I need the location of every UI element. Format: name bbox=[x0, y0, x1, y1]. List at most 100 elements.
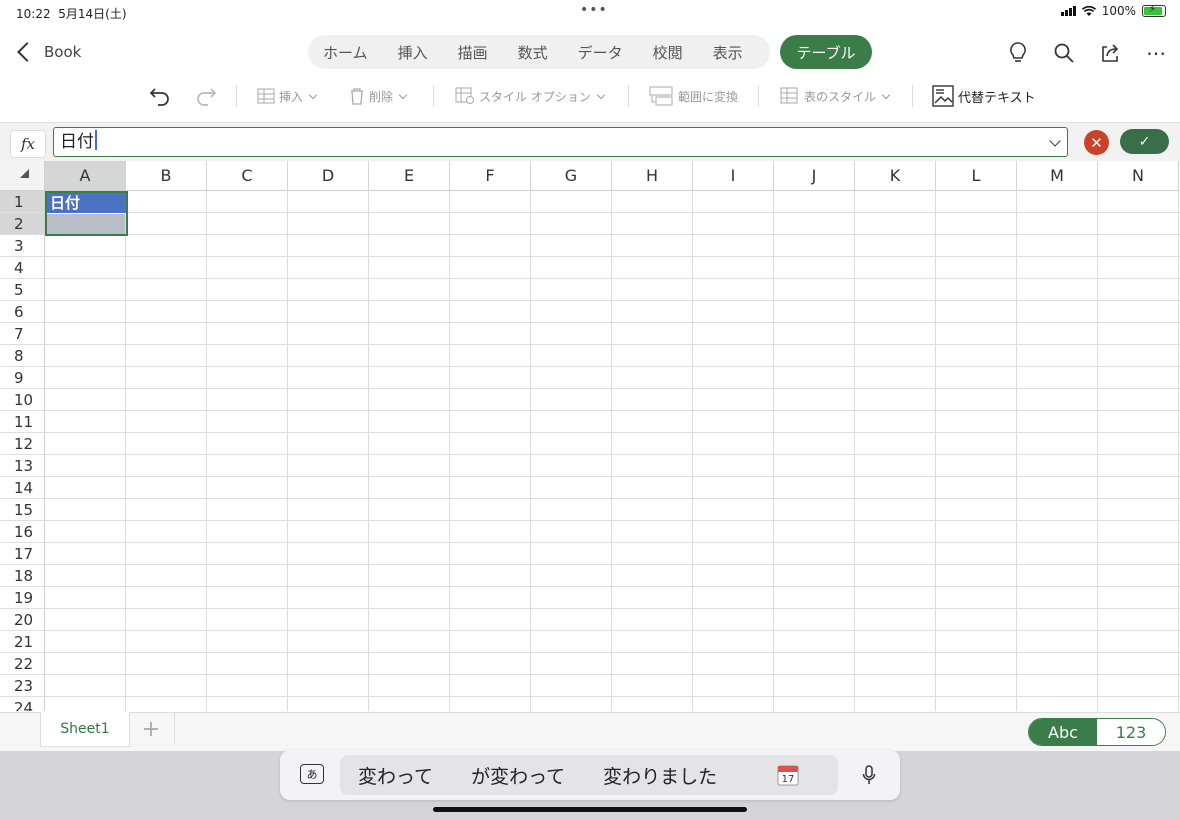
formula-bar: fx 日付 ✕ ✓ bbox=[0, 122, 1180, 162]
tab-review[interactable]: 校閲 bbox=[638, 42, 698, 63]
row-header[interactable]: 18 bbox=[0, 565, 45, 587]
chevron-down-icon[interactable] bbox=[1049, 135, 1061, 147]
row-header[interactable]: 7 bbox=[0, 323, 45, 345]
convert-range-label: 範囲に変換 bbox=[678, 89, 739, 104]
row-header[interactable]: 11 bbox=[0, 411, 45, 433]
row-headers: 1 2 3 4 5 6 7 8 9 10 11 12 13 14 15 16 17 18 19 20 21 22 23 24 bbox=[0, 191, 45, 711]
delete-label: 削除 bbox=[369, 89, 394, 104]
row-header[interactable]: 12 bbox=[0, 433, 45, 455]
column-header[interactable]: N bbox=[1098, 161, 1179, 191]
keyboard-mode-toggle[interactable]: Abc 123 bbox=[1028, 718, 1166, 746]
image-text-icon bbox=[932, 85, 954, 107]
row-header[interactable]: 6 bbox=[0, 301, 45, 323]
undo-icon[interactable] bbox=[148, 84, 172, 108]
sheet-bar: Sheet1 + Abc 123 bbox=[0, 712, 1180, 751]
calendar-day: 17 bbox=[782, 774, 795, 785]
row-header[interactable]: 5 bbox=[0, 279, 45, 301]
row-header[interactable]: 22 bbox=[0, 653, 45, 675]
row-header[interactable]: 23 bbox=[0, 675, 45, 697]
table-styles-button[interactable]: 表のスタイル bbox=[780, 84, 891, 108]
confirm-entry-icon[interactable]: ✓ bbox=[1120, 129, 1169, 154]
cancel-entry-icon[interactable]: ✕ bbox=[1084, 130, 1109, 155]
column-header[interactable]: E bbox=[369, 161, 450, 191]
fx-icon[interactable]: fx bbox=[10, 130, 46, 158]
tab-table[interactable]: テーブル bbox=[780, 35, 872, 69]
row-header[interactable]: 19 bbox=[0, 587, 45, 609]
suggestion-item[interactable]: 変わりました bbox=[603, 762, 717, 789]
tab-formulas[interactable]: 数式 bbox=[503, 42, 563, 63]
column-header[interactable]: M bbox=[1017, 161, 1098, 191]
share-icon[interactable] bbox=[1097, 40, 1123, 66]
row-header[interactable]: 10 bbox=[0, 389, 45, 411]
lightbulb-icon[interactable] bbox=[1005, 40, 1031, 66]
suggestion-list: 変わって が変わって 変わりました 17 bbox=[340, 755, 838, 795]
column-header[interactable]: B bbox=[126, 161, 207, 191]
row-header[interactable]: 14 bbox=[0, 477, 45, 499]
row-header[interactable]: 15 bbox=[0, 499, 45, 521]
row-header[interactable]: 9 bbox=[0, 367, 45, 389]
search-icon[interactable] bbox=[1051, 40, 1077, 66]
abc-mode-button[interactable]: Abc bbox=[1029, 719, 1097, 745]
column-header[interactable]: D bbox=[288, 161, 369, 191]
delete-button[interactable]: 削除 bbox=[349, 84, 408, 108]
add-sheet-button[interactable]: + bbox=[128, 713, 175, 745]
tab-home[interactable]: ホーム bbox=[308, 42, 383, 63]
tab-draw[interactable]: 描画 bbox=[443, 42, 503, 63]
alt-text-button[interactable]: 代替テキスト bbox=[932, 84, 1036, 108]
column-header[interactable]: H bbox=[612, 161, 693, 191]
row-header[interactable]: 3 bbox=[0, 235, 45, 257]
sheet-tab-sheet1[interactable]: Sheet1 bbox=[40, 712, 130, 747]
style-options-button[interactable]: スタイル オプション bbox=[455, 84, 606, 108]
convert-to-range-button[interactable]: 範囲に変換 bbox=[648, 84, 738, 108]
back-button[interactable]: Book bbox=[14, 38, 104, 66]
row-header[interactable]: 8 bbox=[0, 345, 45, 367]
column-header[interactable]: C bbox=[207, 161, 288, 191]
column-header[interactable]: A bbox=[45, 161, 126, 191]
column-header[interactable]: K bbox=[855, 161, 936, 191]
keyboard-area: あ 変わって が変わって 変わりました 17 bbox=[0, 750, 1180, 820]
cell-area[interactable] bbox=[45, 191, 1180, 711]
status-indicators: 100% ⚡ bbox=[1060, 4, 1166, 18]
row-header[interactable]: 21 bbox=[0, 631, 45, 653]
status-time: 10:22 5月14日(土) bbox=[16, 7, 127, 21]
tab-view[interactable]: 表示 bbox=[698, 42, 758, 63]
calendar-icon[interactable]: 17 bbox=[776, 763, 800, 787]
row-header[interactable]: 1 bbox=[0, 191, 45, 213]
suggestion-item[interactable]: が変わって bbox=[471, 762, 565, 789]
number-mode-button[interactable]: 123 bbox=[1097, 719, 1165, 745]
wifi-icon bbox=[1081, 5, 1096, 16]
column-header[interactable]: I bbox=[693, 161, 774, 191]
column-header[interactable]: G bbox=[531, 161, 612, 191]
microphone-icon[interactable] bbox=[862, 765, 876, 785]
column-header[interactable]: F bbox=[450, 161, 531, 191]
insert-label: 挿入 bbox=[279, 89, 304, 104]
back-label: Book bbox=[44, 43, 82, 61]
home-indicator[interactable] bbox=[433, 807, 747, 812]
row-header[interactable]: 20 bbox=[0, 609, 45, 631]
row-header[interactable]: 13 bbox=[0, 455, 45, 477]
tab-data[interactable]: データ bbox=[563, 42, 638, 63]
column-headers: ABCDEFGHIJKLMN bbox=[45, 161, 1179, 191]
column-header[interactable]: J bbox=[774, 161, 855, 191]
redo-icon[interactable] bbox=[194, 84, 218, 108]
table-icon bbox=[257, 88, 275, 104]
tab-insert[interactable]: 挿入 bbox=[383, 42, 443, 63]
insert-table-button[interactable]: 挿入 bbox=[257, 84, 318, 108]
selection-border bbox=[45, 191, 128, 236]
column-header[interactable]: L bbox=[936, 161, 1017, 191]
alt-text-label: 代替テキスト bbox=[958, 90, 1036, 106]
row-header[interactable]: 2 bbox=[0, 213, 45, 235]
select-all-corner[interactable] bbox=[0, 161, 45, 191]
multitask-dots[interactable]: ••• bbox=[580, 2, 608, 18]
kana-keyboard-icon[interactable]: あ bbox=[300, 764, 324, 784]
table-styles-label: 表のスタイル bbox=[804, 89, 877, 104]
formula-input[interactable]: 日付 bbox=[53, 127, 1068, 157]
text-cursor bbox=[95, 130, 97, 150]
suggestion-item[interactable]: 変わって bbox=[358, 762, 433, 789]
more-icon[interactable]: ⋯ bbox=[1143, 40, 1169, 66]
row-header[interactable]: 24 bbox=[0, 697, 45, 711]
battery-percent: 100% bbox=[1101, 4, 1136, 18]
row-header[interactable]: 16 bbox=[0, 521, 45, 543]
row-header[interactable]: 4 bbox=[0, 257, 45, 279]
row-header[interactable]: 17 bbox=[0, 543, 45, 565]
